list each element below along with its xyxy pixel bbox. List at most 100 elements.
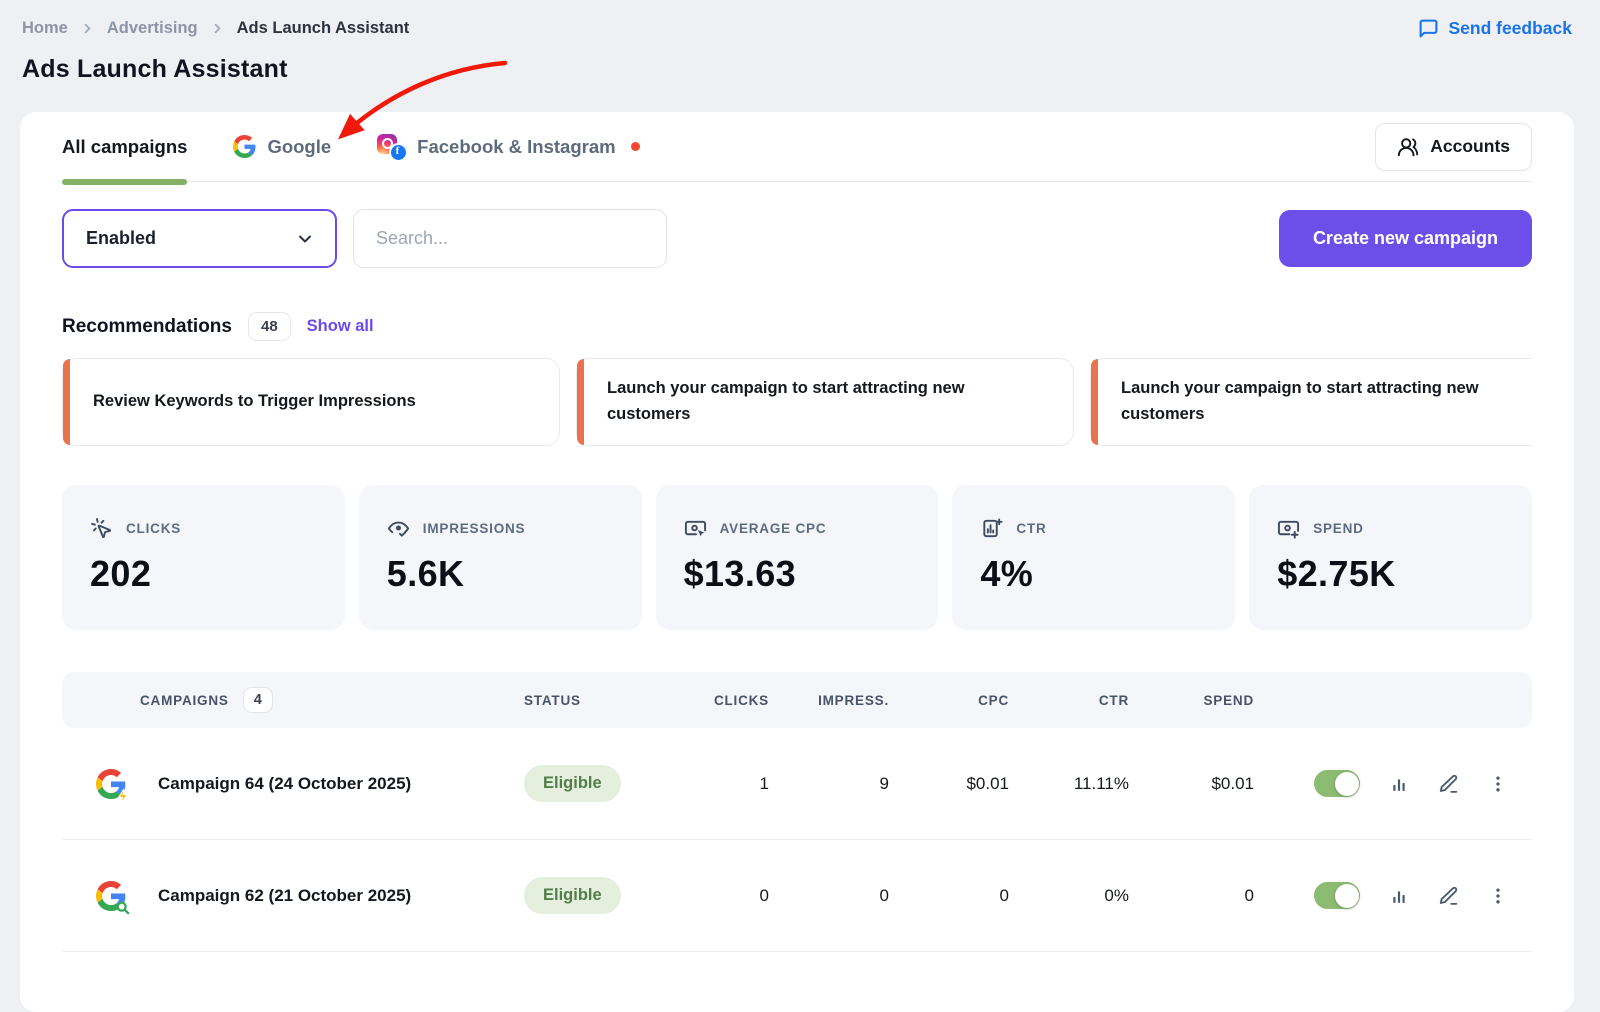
lightning-bolt-icon [115, 788, 131, 804]
bar-chart-icon[interactable] [1388, 773, 1410, 795]
campaign-name[interactable]: Campaign 62 (21 October 2025) [158, 886, 411, 906]
recommendations-header: Recommendations 48 Show all [62, 312, 1532, 341]
column-status: STATUS [524, 693, 674, 708]
recommendations-count-badge: 48 [248, 312, 291, 341]
table-row: Campaign 64 (24 October 2025) Eligible 1… [62, 728, 1532, 840]
average-cpc-icon [684, 517, 707, 540]
chat-bubble-icon [1418, 18, 1439, 39]
stat-card-ctr: CTR 4% [952, 485, 1235, 630]
campaign-enabled-toggle[interactable] [1314, 882, 1360, 909]
recommendation-card[interactable]: Launch your campaign to start attracting… [576, 358, 1074, 446]
accounts-button[interactable]: Accounts [1375, 123, 1532, 171]
search-input[interactable] [353, 209, 667, 268]
tab-all-campaigns-label: All campaigns [62, 136, 187, 158]
column-ctr: CTR [1009, 693, 1129, 708]
impressions-icon [387, 517, 410, 540]
column-cpc: CPC [889, 693, 1009, 708]
users-icon [1397, 136, 1419, 158]
recommendation-text: Launch your campaign to start attracting… [607, 376, 1047, 427]
send-feedback-label: Send feedback [1448, 18, 1572, 39]
column-spend: SPEND [1129, 693, 1254, 708]
impressions-value: 9 [769, 774, 889, 794]
google-search-campaign-icon [96, 881, 126, 911]
stat-card-impressions: IMPRESSIONS 5.6K [359, 485, 642, 630]
google-icon [233, 135, 256, 158]
chevron-right-icon [80, 21, 95, 36]
stat-card-average-cpc: AVERAGE CPC $13.63 [656, 485, 939, 630]
tab-facebook-instagram-label: Facebook & Instagram [417, 136, 615, 158]
status-badge: Eligible [524, 765, 621, 802]
campaign-name[interactable]: Campaign 64 (24 October 2025) [158, 774, 411, 794]
column-clicks: CLICKS [674, 693, 769, 708]
stat-label: AVERAGE CPC [720, 521, 827, 536]
stat-value: $2.75K [1277, 553, 1504, 595]
spend-value: $0.01 [1129, 774, 1254, 794]
spend-icon [1277, 517, 1300, 540]
status-filter-value: Enabled [86, 228, 156, 249]
send-feedback-link[interactable]: Send feedback [1418, 18, 1572, 39]
recommendation-card[interactable]: Launch your campaign to start attracting… [1090, 358, 1532, 446]
breadcrumb-current: Ads Launch Assistant [237, 19, 410, 38]
breadcrumb-home[interactable]: Home [22, 19, 68, 38]
campaign-count-badge: 4 [243, 687, 273, 713]
clicks-value: 0 [674, 886, 769, 906]
tab-facebook-instagram[interactable]: Facebook & Instagram [377, 112, 639, 181]
kebab-menu-icon[interactable] [1488, 774, 1508, 794]
ctr-value: 11.11% [1009, 774, 1129, 794]
impressions-value: 0 [769, 886, 889, 906]
top-bar: Home Advertising Ads Launch Assistant Se… [0, 0, 1600, 39]
ctr-icon [980, 517, 1003, 540]
stats-row: CLICKS 202 IMPRESSIONS 5.6K AVERAGE CPC … [62, 485, 1532, 630]
breadcrumb: Home Advertising Ads Launch Assistant [22, 19, 409, 38]
stat-value: 5.6K [387, 553, 614, 595]
table-header: CAMPAIGNS 4 STATUS CLICKS IMPRESS. CPC C… [62, 672, 1532, 728]
cpc-value: 0 [889, 886, 1009, 906]
main-panel: All campaigns Google Facebook & Instagra… [20, 112, 1574, 1012]
column-impressions: IMPRESS. [769, 693, 889, 708]
breadcrumb-advertising[interactable]: Advertising [107, 19, 198, 38]
kebab-menu-icon[interactable] [1488, 886, 1508, 906]
tab-google[interactable]: Google [233, 112, 331, 181]
tab-google-label: Google [267, 136, 331, 158]
recommendation-text: Launch your campaign to start attracting… [1121, 376, 1532, 427]
clicks-value: 1 [674, 774, 769, 794]
table-row: Campaign 62 (21 October 2025) Eligible 0… [62, 840, 1532, 952]
show-all-link[interactable]: Show all [307, 317, 374, 336]
edit-pen-icon[interactable] [1438, 885, 1460, 907]
status-filter-select[interactable]: Enabled [62, 209, 337, 268]
chevron-down-icon [295, 229, 315, 249]
stat-value: 4% [980, 553, 1207, 595]
notification-dot [631, 142, 640, 151]
stat-label: SPEND [1313, 521, 1364, 536]
bar-chart-icon[interactable] [1388, 885, 1410, 907]
stat-value: $13.63 [684, 553, 911, 595]
accounts-button-label: Accounts [1430, 136, 1510, 157]
filter-row: Enabled Create new campaign [62, 209, 1532, 268]
magnifier-icon [115, 900, 131, 916]
stat-label: IMPRESSIONS [423, 521, 526, 536]
facebook-instagram-icon [377, 134, 406, 160]
recommendation-text: Review Keywords to Trigger Impressions [93, 389, 416, 415]
stat-label: CTR [1016, 521, 1046, 536]
tabs-bar: All campaigns Google Facebook & Instagra… [62, 112, 1532, 182]
google-performance-max-icon [96, 769, 126, 799]
page-title: Ads Launch Assistant [22, 55, 1600, 84]
recommendations-title: Recommendations [62, 316, 232, 338]
recommendation-card[interactable]: Review Keywords to Trigger Impressions [62, 358, 560, 446]
tab-all-campaigns[interactable]: All campaigns [62, 112, 187, 181]
stat-card-clicks: CLICKS 202 [62, 485, 345, 630]
edit-pen-icon[interactable] [1438, 773, 1460, 795]
recommendation-cards: Review Keywords to Trigger Impressions L… [62, 358, 1532, 446]
stat-label: CLICKS [126, 521, 181, 536]
facebook-icon [391, 145, 406, 160]
cpc-value: $0.01 [889, 774, 1009, 794]
clicks-icon [90, 517, 113, 540]
campaigns-table: CAMPAIGNS 4 STATUS CLICKS IMPRESS. CPC C… [62, 672, 1532, 952]
status-badge: Eligible [524, 877, 621, 914]
spend-value: 0 [1129, 886, 1254, 906]
campaign-enabled-toggle[interactable] [1314, 770, 1360, 797]
create-new-campaign-button[interactable]: Create new campaign [1279, 210, 1532, 267]
chevron-right-icon [210, 21, 225, 36]
stat-card-spend: SPEND $2.75K [1249, 485, 1532, 630]
stat-value: 202 [90, 553, 317, 595]
